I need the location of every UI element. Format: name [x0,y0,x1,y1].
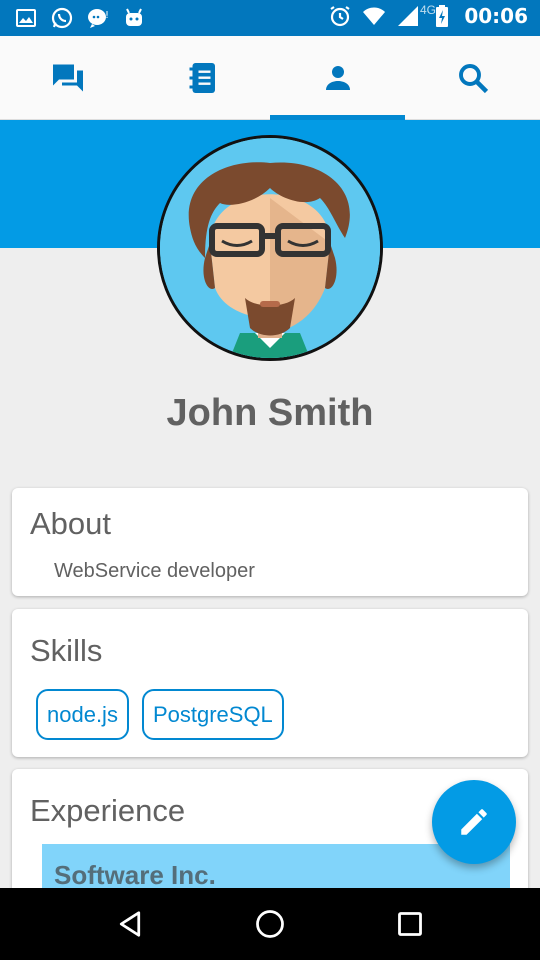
experience-title: Experience [30,793,186,828]
skills-chip-list: node.js PostgreSQL [36,689,284,740]
whatsapp-icon [51,7,73,29]
gallery-icon [16,9,36,27]
avatar-illustration [160,138,380,358]
skills-card: Skills node.js PostgreSQL [12,609,528,757]
about-card: About WebService developer [12,488,528,596]
clock: 00:06 [464,4,528,28]
chat-icon [52,64,83,92]
messenger-icon: ! [88,9,109,28]
back-icon [119,911,141,937]
about-text: WebService developer [54,560,255,582]
skill-chip[interactable]: node.js [36,689,129,740]
tab-bar [0,36,540,120]
profile-name: John Smith [166,392,374,434]
signal-icon [398,6,419,26]
system-nav-bar [0,888,540,960]
wifi-icon [363,7,386,25]
notebook-icon [189,63,215,93]
edit-button[interactable] [432,780,516,864]
tab-search[interactable] [405,36,540,120]
home-icon [256,910,284,938]
alarm-icon [330,6,350,27]
status-bar: ! 4G 00:06 [0,0,540,36]
person-icon [325,66,350,90]
tab-profile[interactable] [270,36,405,120]
battery-charging-icon [436,5,449,27]
tab-chat[interactable] [0,36,135,120]
search-icon [458,64,488,94]
skills-title: Skills [30,633,103,668]
back-button[interactable] [100,894,160,954]
avatar[interactable] [157,135,383,361]
tab-notebook[interactable] [135,36,270,120]
recents-icon [398,912,422,936]
recents-button[interactable] [380,894,440,954]
home-button[interactable] [240,894,300,954]
android-icon [126,8,142,26]
svg-text:!: ! [105,10,109,21]
about-title: About [30,506,112,541]
experience-company: Software Inc. [54,860,216,890]
skill-chip[interactable]: PostgreSQL [141,689,284,740]
edit-pencil-icon [461,809,487,835]
